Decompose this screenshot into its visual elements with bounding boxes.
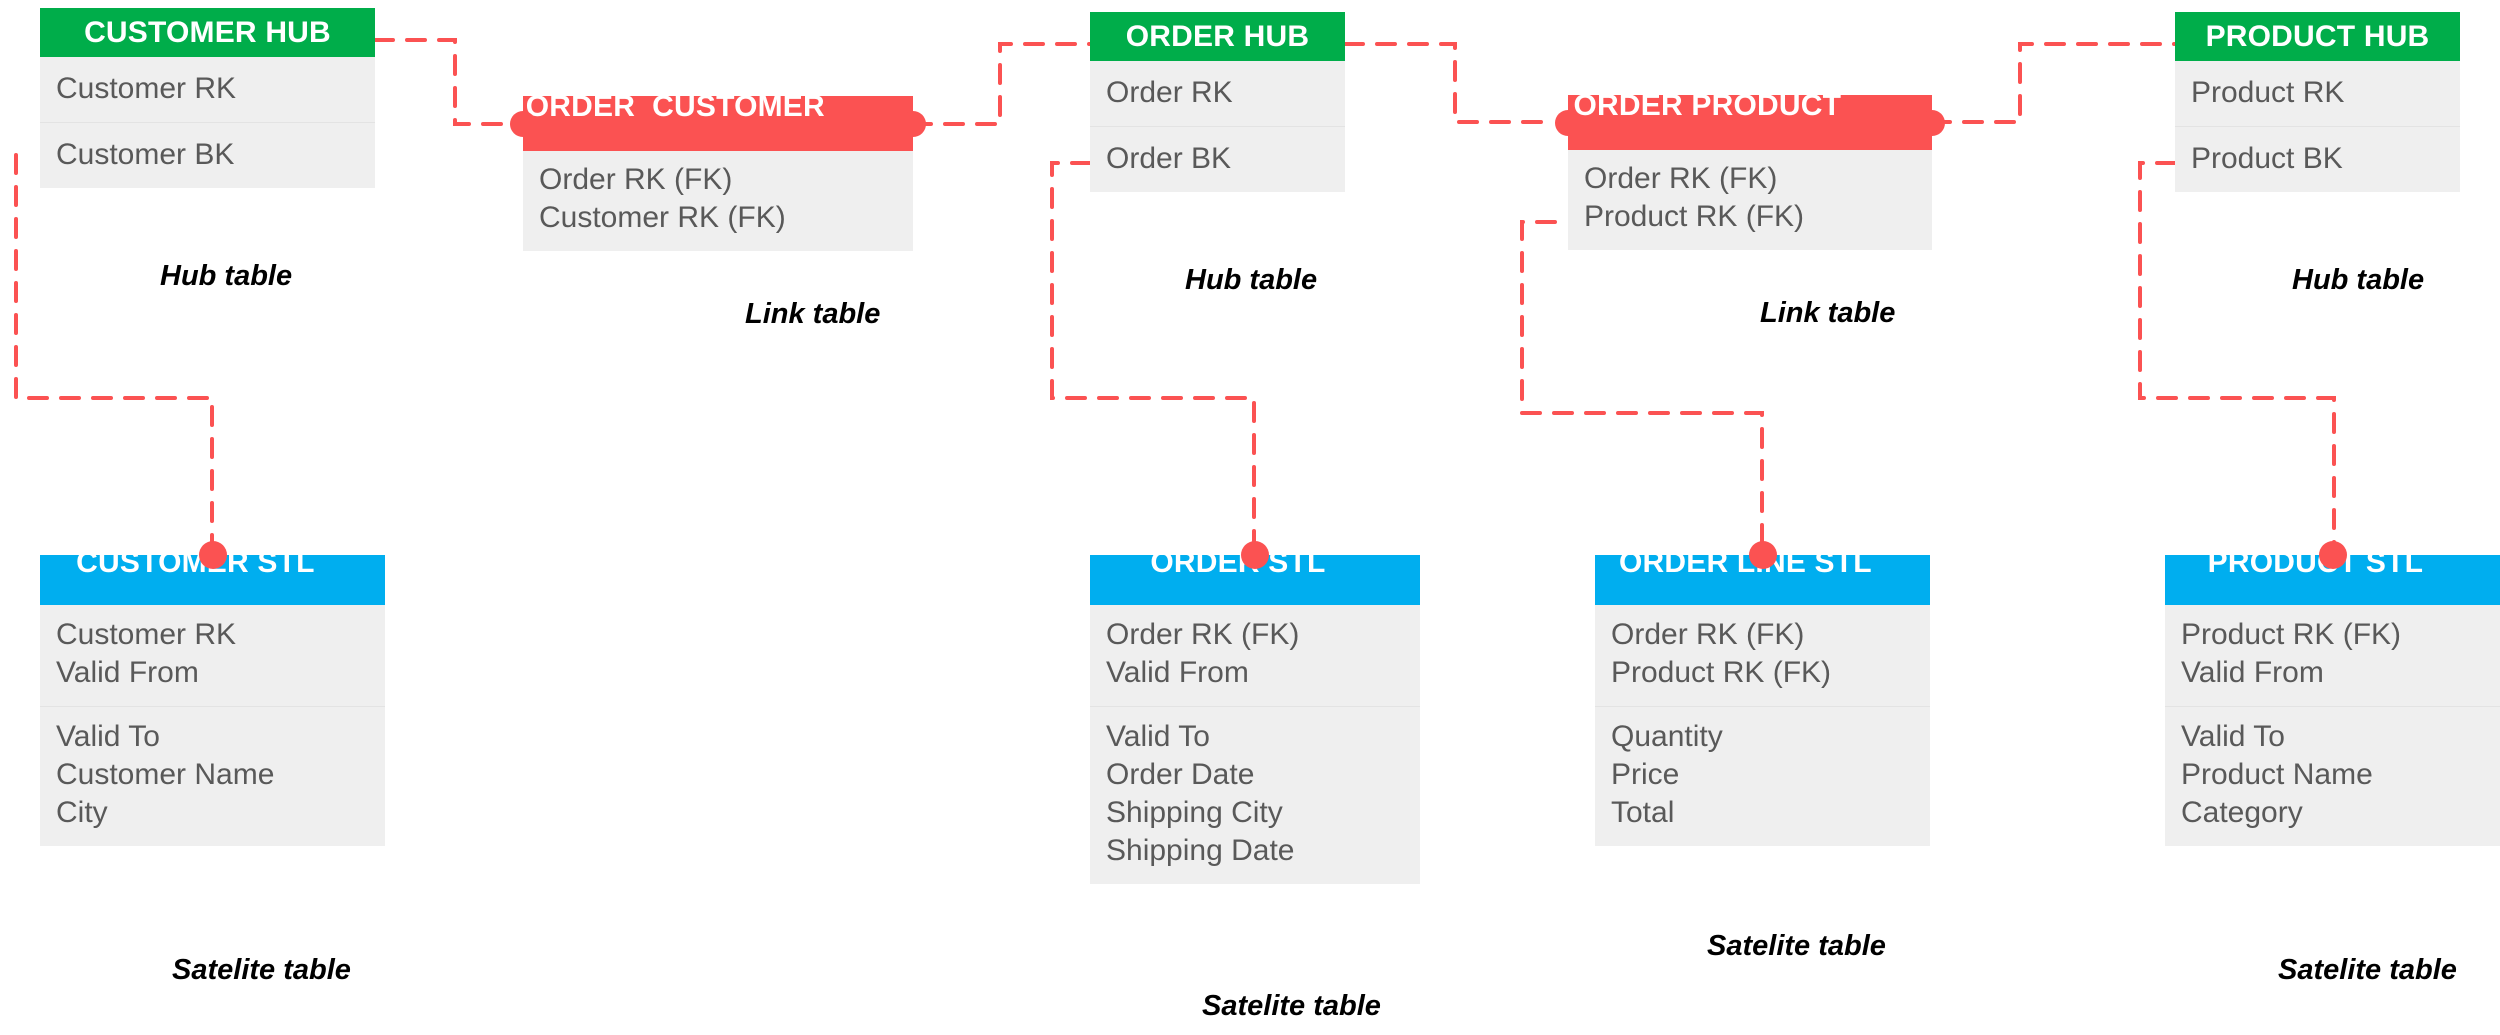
entity-section: Product RK (FK) Valid From [2165,605,2500,706]
entity-section: Customer RK [40,57,375,122]
attribute: Customer RK [56,618,237,651]
attribute: Valid From [1106,656,1249,689]
entity-section: Quantity Price Total [1595,706,1930,846]
satellite-connector-dot [2318,541,2347,569]
wire-customerhub-customerstl [14,153,214,580]
attribute: Order RK (FK) [1611,618,1805,651]
entity-title-order-hub: ORDER HUB [1090,12,1345,61]
entity-title-order-product-link: ORDER PRODUCT [1555,89,1945,150]
wire-orderproduct-producthub [1930,42,2177,124]
entity-title-product-stl: PRODUCT STL [2165,541,2500,605]
entity-section: Order RK (FK) Customer RK (FK) [523,151,913,251]
satellite-connector-dot [1241,541,1269,569]
attribute: Total [1611,796,1675,829]
caption-order-customer-link: Link table [745,298,881,330]
entity-title-product-hub: PRODUCT HUB [2175,12,2460,61]
entity-title-order-customer-link: ORDER CUSTOMER [510,90,926,151]
data-vault-diagram: CUSTOMER HUB Customer RK Customer BK Hub… [0,0,2500,1035]
entity-order-hub[interactable]: ORDER HUB Order RK Order BK [1090,12,1345,192]
attribute: Valid To [2181,720,2285,753]
attribute: Category [2181,796,2303,829]
attribute: Customer RK [56,72,237,105]
entity-section: Valid To Product Name Category [2165,706,2500,846]
link-connector-nub-left [510,110,536,137]
wire-orderhub-orderproduct [1343,42,1557,124]
attribute: Product Name [2181,758,2373,791]
attribute: Quantity [1611,720,1723,753]
wire-producthub-productstl [2138,161,2336,580]
attribute: Valid From [56,656,199,689]
entity-section: Product BK [2175,126,2460,192]
attribute: Order BK [1106,142,1232,175]
entity-product-stl[interactable]: PRODUCT STL Product RK (FK) Valid From V… [2165,541,2500,846]
attribute: Order RK (FK) [539,163,733,196]
entity-customer-stl[interactable]: CUSTOMER STL Customer RK Valid From Vali… [40,541,385,846]
entity-order-line-stl[interactable]: ORDER LINE STL Order RK (FK) Product RK … [1595,541,1930,846]
attribute: Customer RK (FK) [539,201,786,234]
attribute: Price [1611,758,1680,791]
caption-order-product-link: Link table [1760,297,1896,329]
satellite-connector-dot [1748,541,1777,569]
entity-order-product-link[interactable]: ORDER PRODUCT Order RK (FK) Product RK (… [1555,89,1945,250]
caption-order-line-stl: Satelite table [1707,930,1886,962]
entity-customer-hub[interactable]: CUSTOMER HUB Customer RK Customer BK [40,8,375,188]
link-connector-nub-right [1919,109,1945,136]
attribute: Product BK [2191,142,2343,175]
attribute: Order RK (FK) [1584,162,1778,195]
entity-title-order-stl: ORDER STL [1090,541,1420,605]
attribute: Customer BK [56,138,235,171]
attribute: Product RK (FK) [1611,656,1832,689]
entity-product-hub[interactable]: PRODUCT HUB Product RK Product BK [2175,12,2460,192]
attribute: Order RK [1106,76,1233,109]
wire-orderproduct-orderlinestl [1520,220,1764,580]
attribute: Order RK (FK) [1106,618,1300,651]
entity-title-order-line-stl: ORDER LINE STL [1595,541,1930,605]
wire-ordercustomer-orderhub [911,42,1092,126]
attribute: Shipping City [1106,796,1283,829]
entity-section: Order BK [1090,126,1345,192]
link-connector-nub-right [900,110,926,137]
attribute: Product RK (FK) [2181,618,2402,651]
entity-section: Customer RK Valid From [40,605,385,706]
entity-section: Order RK (FK) Valid From [1090,605,1420,706]
attribute: Product RK [2191,76,2345,109]
caption-product-hub: Hub table [2292,264,2425,296]
caption-customer-hub: Hub table [160,260,293,292]
entity-section: Order RK [1090,61,1345,126]
entity-title-customer-hub: CUSTOMER HUB [40,8,375,57]
attribute: Valid To [56,720,160,753]
entity-order-customer-link[interactable]: ORDER CUSTOMER Order RK (FK) Customer RK… [510,90,926,251]
attribute: Valid From [2181,656,2324,689]
entity-section: Order RK (FK) Product RK (FK) [1595,605,1930,706]
link-connector-nub-left [1555,109,1581,136]
entity-order-stl[interactable]: ORDER STL Order RK (FK) Valid From Valid… [1090,541,1420,884]
attribute: Customer Name [56,758,275,791]
wire-orderhub-orderstl [1050,161,1256,580]
entity-section: Product RK [2175,61,2460,126]
attribute: City [56,796,108,829]
attribute: Order Date [1106,758,1255,791]
wire-customerhub-ordercustomer [373,38,512,126]
caption-order-stl: Satelite table [1202,990,1381,1022]
satellite-connector-dot [198,541,227,569]
entity-section: Customer BK [40,122,375,188]
entity-section: Order RK (FK) Product RK (FK) [1568,150,1932,250]
entity-section: Valid To Order Date Shipping City Shippi… [1090,706,1420,884]
attribute: Shipping Date [1106,834,1295,867]
attribute: Valid To [1106,720,1210,753]
attribute: Product RK (FK) [1584,200,1805,233]
caption-order-hub: Hub table [1185,264,1318,296]
entity-title-customer-stl: CUSTOMER STL [40,541,385,605]
entity-section: Valid To Customer Name City [40,706,385,846]
caption-product-stl: Satelite table [2278,954,2457,986]
caption-customer-stl: Satelite table [172,954,351,986]
